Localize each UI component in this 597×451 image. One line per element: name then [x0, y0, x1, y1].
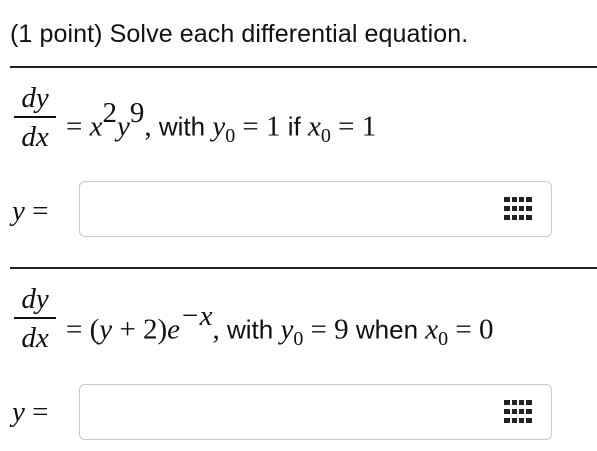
fraction-bar: [14, 116, 56, 118]
initial-y-value: 9: [334, 313, 349, 346]
condition-word: when: [355, 314, 419, 345]
with-text: with: [226, 314, 274, 345]
answer-input-2[interactable]: [86, 391, 470, 435]
section-divider-2: [10, 267, 597, 269]
subscript: 0: [438, 327, 449, 350]
derivative-fraction-1: dy dx: [14, 82, 56, 152]
answer-label-2: y =: [12, 396, 48, 429]
plus-two-close-paren: + 2): [119, 313, 168, 346]
var-y: y: [99, 313, 113, 346]
problem-header: (1 point) Solve each differential equati…: [10, 20, 469, 48]
var-y: y: [12, 396, 25, 428]
derivative-fraction-2: dy dx: [14, 283, 56, 353]
equation-1-rhs: = x2y9, with y0 = 1 if x0 = 1: [66, 97, 377, 148]
var-y: y: [116, 110, 130, 143]
open-paren: (: [89, 313, 100, 346]
exponent: 2: [102, 97, 117, 129]
var-x0: x: [307, 110, 321, 143]
var-y0: y: [280, 313, 294, 346]
equation-2-rhs: = (y + 2)e−x, with y0 = 9 when x0 = 0: [66, 300, 494, 351]
answer-input-1[interactable]: [86, 188, 470, 232]
equals-sign: =: [32, 195, 49, 227]
equals-sign: =: [66, 110, 83, 143]
fraction-denominator: dx: [21, 121, 49, 153]
answer-box-1[interactable]: [79, 181, 552, 237]
equals-sign: =: [66, 313, 83, 346]
equals-sign: =: [310, 313, 327, 346]
fraction-denominator: dx: [21, 322, 49, 354]
subscript: 0: [293, 327, 304, 350]
var-x: x: [89, 110, 103, 143]
exponent: 9: [129, 97, 145, 129]
var-y0: y: [212, 110, 226, 143]
grid-icon[interactable]: [504, 197, 532, 221]
subscript: 0: [320, 124, 331, 147]
initial-x-value: 0: [478, 313, 494, 346]
subscript: 0: [225, 124, 236, 147]
initial-x-value: 1: [361, 110, 377, 143]
answer-label-1: y =: [12, 195, 48, 228]
fraction-numerator: dy: [21, 82, 49, 114]
condition-word: if: [287, 111, 301, 142]
equals-sign: =: [242, 110, 259, 143]
var-x0: x: [425, 313, 439, 346]
fraction-numerator: dy: [21, 283, 49, 315]
equals-sign: =: [455, 313, 472, 346]
equals-sign: =: [338, 110, 355, 143]
grid-icon[interactable]: [504, 400, 532, 424]
answer-box-2[interactable]: [79, 384, 552, 440]
var-e: e: [167, 313, 181, 346]
initial-y-value: 1: [266, 110, 281, 143]
comma: ,: [212, 313, 220, 346]
var-y: y: [12, 195, 25, 227]
comma: ,: [144, 110, 152, 143]
with-text: with: [158, 111, 206, 142]
fraction-bar: [14, 317, 56, 319]
exponent: −x: [180, 300, 213, 332]
equals-sign: =: [32, 396, 49, 428]
section-divider-1: [10, 66, 597, 68]
